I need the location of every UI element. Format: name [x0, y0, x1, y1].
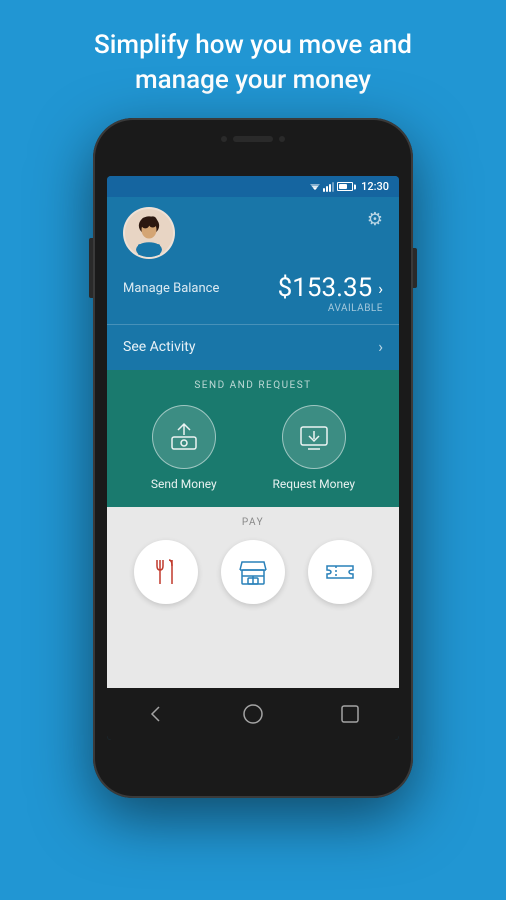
pay-title: PAY	[123, 517, 383, 528]
back-icon	[145, 703, 167, 725]
home-icon	[242, 703, 264, 725]
send-request-title: SEND AND REQUEST	[123, 380, 383, 391]
top-section: ⚙ Manage Balance $153.35 › AVAILABLE See…	[107, 197, 399, 370]
request-money-circle	[282, 405, 346, 469]
status-icons	[310, 182, 353, 192]
send-money-button[interactable]: Send Money	[151, 405, 217, 491]
phone-notch	[221, 136, 285, 142]
send-money-icon	[168, 421, 200, 453]
request-money-label: Request Money	[273, 477, 356, 491]
see-activity-chevron: ›	[378, 337, 383, 356]
request-money-button[interactable]: Request Money	[273, 405, 356, 491]
wifi-icon	[310, 182, 320, 191]
pay-section: PAY	[107, 507, 399, 688]
camera-dot2	[279, 136, 285, 142]
home-button[interactable]	[235, 696, 271, 732]
page-headline: Simplify how you move and manage your mo…	[54, 0, 452, 118]
manage-balance-label: Manage Balance	[123, 281, 219, 296]
phone-screen: 12:30	[107, 176, 399, 740]
store-button[interactable]	[221, 540, 285, 604]
status-time: 12:30	[361, 180, 389, 193]
status-bar: 12:30	[107, 176, 399, 197]
send-request-section: SEND AND REQUEST Send Money	[107, 370, 399, 507]
signal-bars	[323, 182, 334, 192]
battery-icon	[337, 182, 353, 191]
settings-icon[interactable]: ⚙	[367, 209, 383, 230]
send-money-circle	[152, 405, 216, 469]
balance-row: Manage Balance $153.35 ›	[123, 273, 383, 303]
balance-value: $153.35	[278, 273, 373, 303]
request-money-icon	[298, 421, 330, 453]
store-icon	[237, 556, 269, 588]
see-activity-label: See Activity	[123, 339, 195, 355]
nav-bar	[107, 688, 399, 740]
available-label: AVAILABLE	[123, 303, 383, 314]
action-buttons-row: Send Money Request Money	[123, 405, 383, 491]
send-money-label: Send Money	[151, 477, 217, 491]
balance-chevron: ›	[378, 279, 383, 298]
pay-buttons-row	[123, 540, 383, 604]
balance-amount[interactable]: $153.35 ›	[278, 273, 383, 303]
avatar[interactable]	[123, 207, 175, 259]
ticket-icon	[324, 556, 356, 588]
recent-icon	[339, 703, 361, 725]
recent-button[interactable]	[332, 696, 368, 732]
restaurant-icon	[150, 556, 182, 588]
camera-dot	[221, 136, 227, 142]
back-button[interactable]	[138, 696, 174, 732]
phone-device: 12:30	[93, 118, 413, 798]
speaker-slot	[233, 136, 273, 142]
ticket-button[interactable]	[308, 540, 372, 604]
restaurant-button[interactable]	[134, 540, 198, 604]
top-header: ⚙	[123, 207, 383, 259]
see-activity-row[interactable]: See Activity ›	[123, 325, 383, 356]
